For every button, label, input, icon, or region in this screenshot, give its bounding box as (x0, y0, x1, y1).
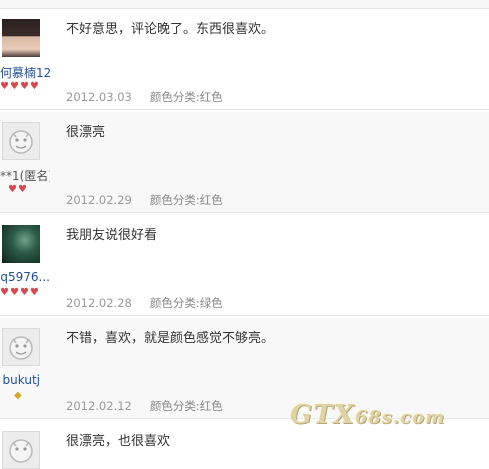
default-avatar-icon[interactable] (2, 122, 40, 160)
diamond-icon: ◆ (14, 390, 22, 401)
review-item: q5976... ♥ ♥ ♥ ♥ 我朋友说很好看 2012.02.28 颜色分类:… (0, 215, 489, 316)
review-date: 2012.02.29 (66, 193, 132, 207)
reviewer-name: **1(匿名) (0, 169, 50, 183)
heart-icon: ♥ (0, 287, 9, 298)
reviewer-name[interactable]: bukutj (0, 373, 40, 387)
site-watermark-logo: GTX68s.com (290, 400, 446, 430)
buyer-rank-hearts: ♥ ♥ ♥ ♥ (0, 287, 39, 299)
buyer-rank-hearts: ♥ ♥ ♥ ♥ (0, 81, 39, 93)
heart-icon: ♥ (17, 184, 27, 195)
review-meta: 2012.02.29 颜色分类:红色 (66, 192, 223, 208)
review-item: 何慕楠123 ♥ ♥ ♥ ♥ 不好意思，评论晚了。东西很喜欢。 2012.03.… (0, 9, 489, 110)
review-text: 很漂亮，也很喜欢 (66, 434, 171, 449)
default-avatar-icon[interactable] (2, 328, 40, 366)
review-meta: 2012.02.28 颜色分类:绿色 (66, 295, 223, 311)
review-text: 不错，喜欢，就是颜色感觉不够亮。 (66, 331, 275, 346)
heart-icon: ♥ (0, 81, 9, 92)
heart-icon: ♥ (9, 287, 19, 298)
review-item: **1(匿名) ♥ ♥ 很漂亮 2012.02.29 颜色分类:红色 (0, 112, 489, 213)
review-text: 很漂亮 (66, 125, 106, 140)
buyer-rank-diamond: ◆ (14, 390, 22, 402)
heart-icon: ♥ (19, 287, 29, 298)
top-divider (0, 0, 489, 9)
review-text: 不好意思，评论晚了。东西很喜欢。 (66, 22, 275, 37)
buyer-rank-hearts: ♥ ♥ (8, 184, 27, 196)
color-variant: 颜色分类:红色 (149, 90, 223, 104)
heart-icon: ♥ (29, 81, 39, 92)
review-date: 2012.02.28 (66, 296, 132, 310)
review-text: 我朋友说很好看 (66, 228, 158, 243)
heart-icon: ♥ (29, 287, 39, 298)
heart-icon: ♥ (9, 81, 19, 92)
heart-icon: ♥ (19, 81, 29, 92)
review-meta: 2012.03.03 颜色分类:红色 (66, 89, 223, 105)
reviewer-name[interactable]: q5976... (0, 270, 50, 284)
review-meta: 2012.02.12 颜色分类:红色 (66, 398, 223, 414)
color-variant: 颜色分类:绿色 (149, 296, 223, 310)
color-variant: 颜色分类:红色 (149, 193, 223, 207)
review-date: 2012.03.03 (66, 90, 132, 104)
avatar[interactable] (2, 225, 40, 263)
default-avatar-icon[interactable] (2, 431, 40, 469)
color-variant: 颜色分类:红色 (149, 399, 223, 413)
heart-icon: ♥ (8, 184, 17, 195)
review-date: 2012.02.12 (66, 399, 132, 413)
reviewer-name[interactable]: 何慕楠123 (0, 64, 50, 81)
avatar[interactable] (2, 19, 40, 57)
